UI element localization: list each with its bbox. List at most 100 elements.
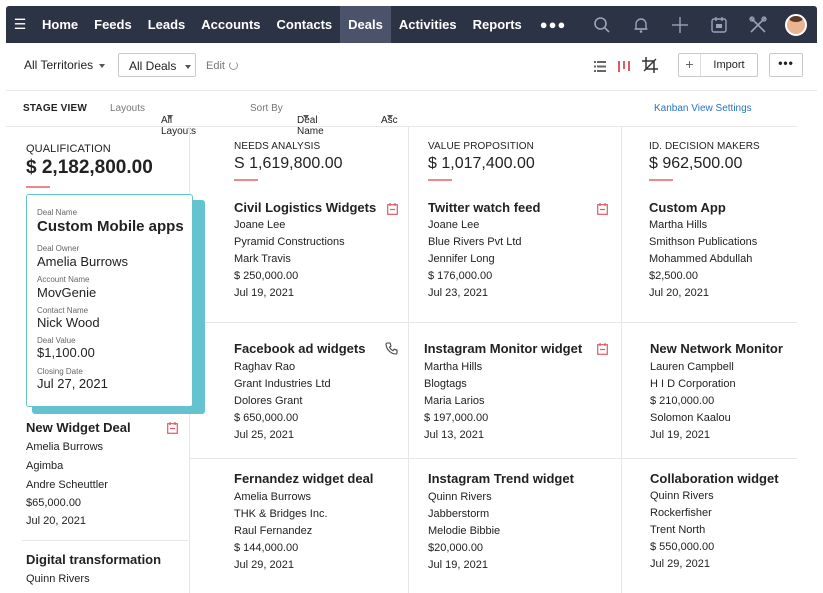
closing-date: Jul 29, 2021 xyxy=(234,559,294,571)
contact-name: Solomon Kaalou xyxy=(650,412,731,424)
task-icon[interactable] xyxy=(387,202,398,220)
account-name: THK & Bridges Inc. xyxy=(234,508,328,520)
hamburger-menu-icon[interactable]: ☰ xyxy=(6,6,34,43)
account-name: Pyramid Constructions xyxy=(234,236,345,248)
nav-contacts[interactable]: Contacts xyxy=(269,6,341,43)
deal-owner: Quinn Rivers xyxy=(428,491,492,503)
nav-leads[interactable]: Leads xyxy=(140,6,194,43)
contact-name: Andre Scheuttler xyxy=(26,479,108,491)
stage-underline xyxy=(649,179,673,181)
stage-underline xyxy=(26,186,50,188)
deal-card[interactable]: New Network Monitor Lauren Campbell H I … xyxy=(650,341,783,441)
deal-card-highlighted[interactable]: Deal Name Custom Mobile apps Deal Owner … xyxy=(26,194,193,407)
kanban-settings-link[interactable]: Kanban View Settings xyxy=(654,103,752,114)
calendar-icon[interactable] xyxy=(699,6,738,43)
deal-title[interactable]: Civil Logistics Widgets xyxy=(234,200,376,215)
nav-home[interactable]: Home xyxy=(34,6,86,43)
closing-date: Jul 20, 2021 xyxy=(649,287,709,299)
deal-amount: $2,500.00 xyxy=(649,270,698,282)
contact-name-label: Contact Name xyxy=(37,306,89,315)
top-navbar: ☰ Home Feeds Leads Accounts Contacts Dea… xyxy=(6,6,817,43)
closing-date: Jul 27, 2021 xyxy=(37,376,108,391)
bell-icon[interactable] xyxy=(621,6,660,43)
list-view-icon[interactable] xyxy=(594,59,606,77)
task-icon[interactable] xyxy=(597,342,608,360)
account-name: H I D Corporation xyxy=(650,378,736,390)
edit-label: Edit xyxy=(206,60,225,72)
deal-title[interactable]: Collaboration widget xyxy=(650,471,779,486)
refresh-icon xyxy=(228,61,238,70)
territories-dropdown[interactable]: All Territories xyxy=(24,58,106,72)
deal-title[interactable]: Twitter watch feed xyxy=(428,200,540,215)
more-options-button[interactable]: ••• xyxy=(769,53,803,77)
deal-name[interactable]: Custom Mobile apps xyxy=(37,218,184,235)
crop-icon[interactable] xyxy=(642,57,658,78)
chevron-down-icon xyxy=(167,115,173,119)
task-icon[interactable] xyxy=(597,202,608,220)
deal-card[interactable]: Digital transformation Quinn Rivers xyxy=(26,552,161,585)
sort-by-label: Sort By xyxy=(250,103,283,114)
closing-date: Jul 19, 2021 xyxy=(650,429,710,441)
card-separator xyxy=(622,322,797,323)
contact-name: Mark Travis xyxy=(234,253,291,265)
task-icon[interactable] xyxy=(167,421,178,439)
deal-card[interactable]: Collaboration widget Quinn Rivers Rocker… xyxy=(650,471,779,570)
account-name: Blogtags xyxy=(424,378,467,390)
deal-title[interactable]: Instagram Trend widget xyxy=(428,471,574,486)
nav-reports[interactable]: Reports xyxy=(465,6,530,43)
nav-more-icon[interactable]: ●●● xyxy=(530,17,577,32)
contact-name: Dolores Grant xyxy=(234,395,303,407)
phone-icon[interactable] xyxy=(385,342,398,360)
deal-title[interactable]: Digital transformation xyxy=(26,552,161,567)
deal-title[interactable]: New Network Monitor xyxy=(650,341,783,356)
closing-date: Jul 19, 2021 xyxy=(234,287,294,299)
nav-activities[interactable]: Activities xyxy=(391,6,465,43)
stage-total: $ 2,182,800.00 xyxy=(26,157,153,178)
deal-title[interactable]: New Widget Deal xyxy=(26,420,131,435)
deal-amount: $65,000.00 xyxy=(26,497,82,509)
contact-name: Raul Fernandez xyxy=(234,525,313,537)
closing-date: Jul 29, 2021 xyxy=(650,558,710,570)
deal-card[interactable]: Facebook ad widgets Raghav Rao Grant Ind… xyxy=(234,341,365,441)
deal-owner: Raghav Rao xyxy=(234,361,296,373)
deals-filter-select[interactable]: All Deals xyxy=(118,53,196,77)
chevron-down-icon xyxy=(303,115,309,119)
nav-deals[interactable]: Deals xyxy=(340,6,391,43)
deal-amount: $20,000.00 xyxy=(428,542,484,554)
account-name-label: Account Name xyxy=(37,275,90,284)
nav-feeds[interactable]: Feeds xyxy=(86,6,140,43)
deal-card[interactable]: Fernandez widget deal Amelia Burrows THK… xyxy=(234,471,373,571)
deal-card[interactable]: Custom App Martha Hills Smithson Publica… xyxy=(649,200,757,299)
deal-card[interactable]: Instagram Trend widget Quinn Rivers Jabb… xyxy=(428,471,574,571)
account-name: Grant Industries Ltd xyxy=(234,378,331,390)
user-avatar[interactable] xyxy=(785,13,807,36)
tools-icon[interactable] xyxy=(738,6,777,43)
deal-title[interactable]: Fernandez widget deal xyxy=(234,471,373,486)
deal-title[interactable]: Custom App xyxy=(649,200,757,215)
deal-card[interactable]: Civil Logistics Widgets Joane Lee Pyrami… xyxy=(234,200,376,299)
import-label: Import xyxy=(713,59,745,71)
layouts-label: Layouts xyxy=(110,103,146,114)
deal-card[interactable]: Twitter watch feed Joane Lee Blue Rivers… xyxy=(428,200,540,299)
deal-owner: Amelia Burrows xyxy=(234,491,312,503)
search-icon[interactable] xyxy=(582,6,621,43)
deals-filter-label: All Deals xyxy=(129,59,177,73)
card-separator xyxy=(622,458,797,459)
stage-label: ID. DECISION MAKERS xyxy=(649,141,760,152)
deal-title[interactable]: Instagram Monitor widget xyxy=(424,341,582,356)
deal-owner: Quinn Rivers xyxy=(26,573,90,585)
deal-owner: Amelia Burrows xyxy=(26,441,104,453)
card-separator xyxy=(22,540,188,541)
deal-card[interactable]: New Widget Deal Amelia Burrows Agimba An… xyxy=(26,420,131,527)
deal-title[interactable]: Facebook ad widgets xyxy=(234,341,365,356)
deal-owner: Martha Hills xyxy=(424,361,483,373)
plus-icon[interactable] xyxy=(660,6,699,43)
import-button[interactable]: + Import xyxy=(678,53,758,77)
deal-card[interactable]: Instagram Monitor widget Martha Hills Bl… xyxy=(424,341,582,441)
nav-accounts[interactable]: Accounts xyxy=(193,6,268,43)
stage-view-label: STAGE VIEW xyxy=(23,103,88,114)
edit-link[interactable]: Edit xyxy=(206,60,238,72)
chevron-down-icon xyxy=(387,115,393,119)
kanban-view-icon[interactable] xyxy=(618,59,630,77)
deal-owner: Martha Hills xyxy=(649,219,708,231)
